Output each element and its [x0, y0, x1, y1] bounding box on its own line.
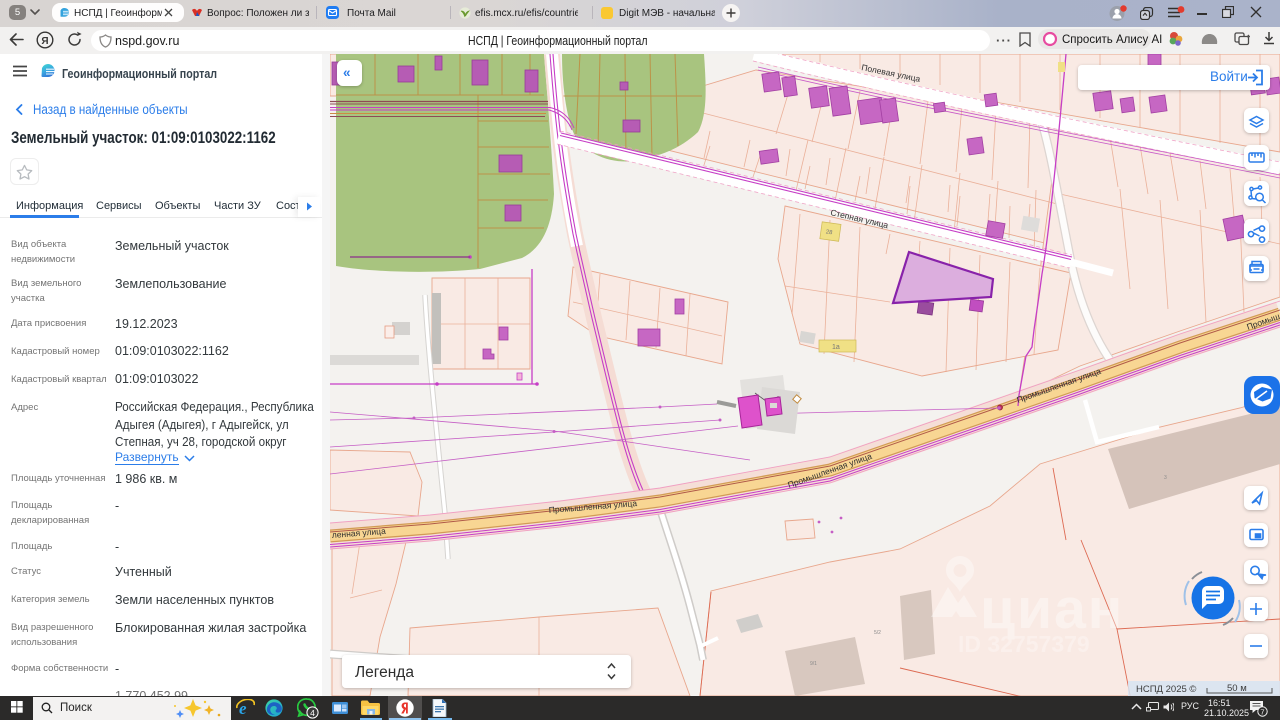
svg-text:4: 4	[310, 708, 315, 718]
svg-text:Легенда: Легенда	[355, 664, 414, 681]
svg-text:НСПД 2025 ©: НСПД 2025 ©	[1136, 684, 1196, 695]
svg-text:50 м: 50 м	[1227, 683, 1247, 694]
svg-text:7: 7	[1260, 708, 1264, 717]
svg-text:«: «	[343, 65, 351, 80]
svg-text:Войти: Войти	[1210, 69, 1248, 84]
svg-text:Я: Я	[41, 36, 48, 47]
